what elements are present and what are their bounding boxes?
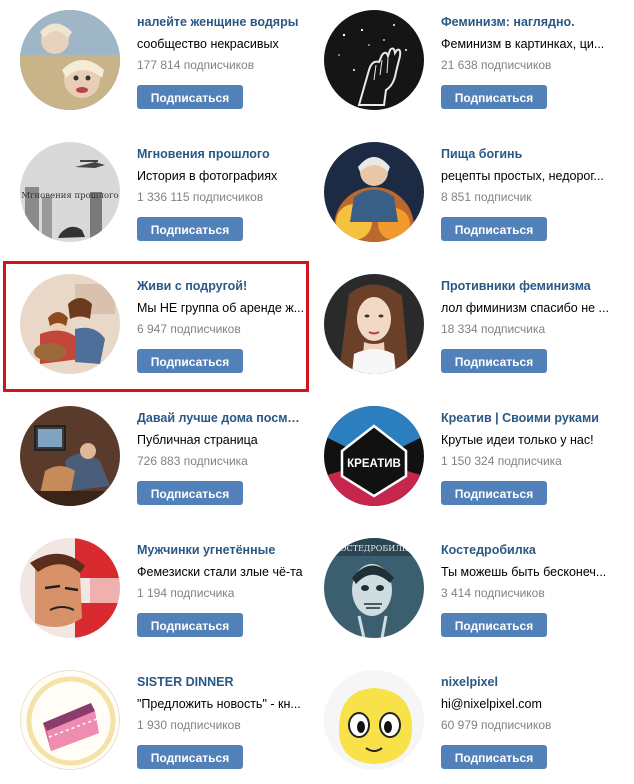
group-description: Феминизм в картинках, ци... bbox=[441, 37, 605, 51]
group-description: лол фиминизм спасибо не ... bbox=[441, 301, 609, 315]
group-description: "Предложить новость" - кн... bbox=[137, 697, 301, 711]
group-name[interactable]: SISTER DINNER bbox=[137, 674, 307, 690]
group-card: Пища богинь рецепты простых, недорог... … bbox=[304, 132, 604, 252]
group-card: nixelpixel hi@nixelpixel.com 60 979 подп… bbox=[304, 660, 604, 780]
subscriber-count: 8 851 подписчик bbox=[441, 190, 532, 204]
group-avatar[interactable] bbox=[20, 670, 120, 770]
group-name[interactable]: Противники феминизма bbox=[441, 278, 611, 294]
group-card: Давай лучше дома посмот... Публичная стр… bbox=[0, 396, 307, 516]
subscriber-count: 60 979 подписчиков bbox=[441, 718, 552, 732]
subscribe-button[interactable]: Подписаться bbox=[441, 745, 547, 769]
subscriber-count: 21 638 подписчиков bbox=[441, 58, 552, 72]
group-name[interactable]: Креатив | Своими руками bbox=[441, 410, 611, 426]
group-avatar[interactable]: КОСТЕДРОБИЛКА bbox=[324, 538, 424, 638]
group-description: Мы НЕ группа об аренде ж... bbox=[137, 301, 305, 315]
avatar-caption: КОСТЕДРОБИЛКА bbox=[334, 544, 414, 553]
subscriber-count: 1 194 подписчика bbox=[137, 586, 235, 600]
group-card: КРЕАТИВ Креатив | Своими руками Крутые и… bbox=[304, 396, 604, 516]
group-avatar[interactable] bbox=[324, 142, 424, 242]
subscriber-count: 3 414 подписчиков bbox=[441, 586, 545, 600]
subscribe-button[interactable]: Подписаться bbox=[441, 481, 547, 505]
group-avatar[interactable] bbox=[324, 274, 424, 374]
group-card: SISTER DINNER "Предложить новость" - кн.… bbox=[0, 660, 301, 780]
subscribe-button[interactable]: Подписаться bbox=[137, 481, 243, 505]
group-description: Ты можешь быть бесконеч... bbox=[441, 565, 607, 579]
subscribe-button[interactable]: Подписаться bbox=[137, 745, 243, 769]
group-card: Мгновения прошлого Мгновения прошлого Ис… bbox=[0, 132, 300, 252]
group-description: Публичная страница bbox=[137, 433, 258, 447]
avatar-caption: КРЕАТИВ bbox=[347, 458, 401, 470]
avatar-caption: Мгновения прошлого bbox=[21, 191, 118, 201]
subscribe-button[interactable]: Подписаться bbox=[137, 613, 243, 637]
group-avatar[interactable] bbox=[20, 10, 120, 110]
group-card: Живи с подругой! Мы НЕ группа об аренде … bbox=[0, 264, 304, 384]
group-avatar[interactable] bbox=[324, 10, 424, 110]
group-card: налейте женщине водяры сообщество некрас… bbox=[0, 0, 300, 120]
subscriber-count: 18 334 подписчика bbox=[441, 322, 546, 336]
group-avatar[interactable] bbox=[20, 274, 120, 374]
group-name[interactable]: Давай лучше дома посмот... bbox=[137, 410, 307, 426]
subscribe-button[interactable]: Подписаться bbox=[441, 217, 547, 241]
group-name[interactable]: Живи с подругой! bbox=[137, 278, 307, 294]
group-name[interactable]: Феминизм: наглядно. bbox=[441, 14, 611, 30]
group-card: Мужчинки угнетённые Фемезиски стали злые… bbox=[0, 528, 303, 648]
group-description: сообщество некрасивых bbox=[137, 37, 279, 51]
group-name[interactable]: налейте женщине водяры bbox=[137, 14, 307, 30]
subscriber-count: 1 336 115 подписчиков bbox=[137, 190, 264, 204]
group-avatar[interactable] bbox=[324, 670, 424, 770]
subscribe-button[interactable]: Подписаться bbox=[137, 85, 243, 109]
subscriber-count: 726 883 подписчика bbox=[137, 454, 248, 468]
subscribe-button[interactable]: Подписаться bbox=[137, 349, 243, 373]
subscriber-count: 1 930 подписчиков bbox=[137, 718, 241, 732]
group-name[interactable]: Пища богинь bbox=[441, 146, 611, 162]
group-avatar[interactable] bbox=[20, 406, 120, 506]
group-avatar[interactable]: Мгновения прошлого bbox=[20, 142, 120, 242]
subscribe-button[interactable]: Подписаться bbox=[137, 217, 243, 241]
group-avatar[interactable]: КРЕАТИВ bbox=[324, 406, 424, 506]
group-card: Феминизм: наглядно. Феминизм в картинках… bbox=[304, 0, 604, 120]
subscriber-count: 177 814 подписчиков bbox=[137, 58, 255, 72]
group-name[interactable]: Мужчинки угнетённые bbox=[137, 542, 307, 558]
group-name[interactable]: Костедробилка bbox=[441, 542, 611, 558]
group-description: hi@nixelpixel.com bbox=[441, 697, 542, 711]
group-description: Крутые идеи только у нас! bbox=[441, 433, 594, 447]
group-card: КОСТЕДРОБИЛКА Костедробилка Ты можешь бы… bbox=[304, 528, 606, 648]
group-card: Противники феминизма лол фиминизм спасиб… bbox=[304, 264, 609, 384]
subscriber-count: 1 150 324 подписчика bbox=[441, 454, 562, 468]
group-name[interactable]: Мгновения прошлого bbox=[137, 146, 307, 162]
subscribe-button[interactable]: Подписаться bbox=[441, 613, 547, 637]
subscribe-button[interactable]: Подписаться bbox=[441, 85, 547, 109]
subscribe-button[interactable]: Подписаться bbox=[441, 349, 547, 373]
group-description: История в фотографиях bbox=[137, 169, 278, 183]
group-description: Фемезиски стали злые чё-та bbox=[137, 565, 303, 579]
group-description: рецепты простых, недорог... bbox=[441, 169, 604, 183]
group-name[interactable]: nixelpixel bbox=[441, 674, 611, 690]
group-avatar[interactable] bbox=[20, 538, 120, 638]
subscriber-count: 6 947 подписчиков bbox=[137, 322, 241, 336]
